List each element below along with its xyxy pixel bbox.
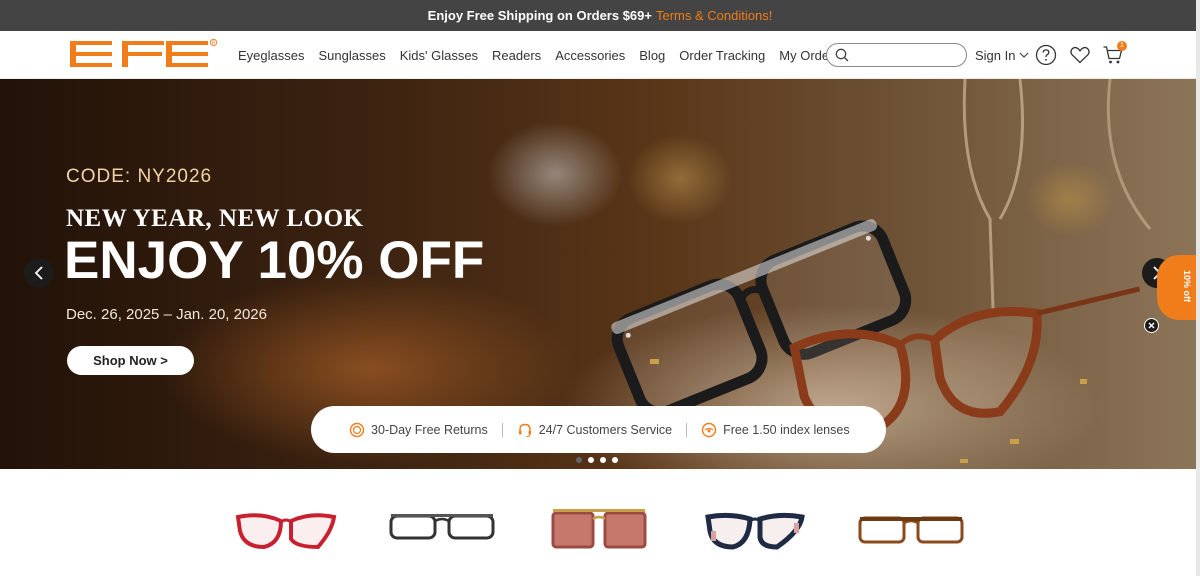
chevron-left-icon [34,266,43,280]
benefits-bar: 30-Day Free Returns 24/7 Customers Servi… [311,406,886,453]
nav-blog[interactable]: Blog [639,48,665,63]
lens-icon [701,422,717,437]
sign-in-menu[interactable]: Sign In [975,31,1029,79]
promo-code: CODE: NY2026 [66,166,213,187]
nav-kids-glasses[interactable]: Kids' Glasses [400,48,478,63]
search-icon [835,48,849,62]
product-strip [0,469,1200,576]
benefit-returns-label: 30-Day Free Returns [371,422,488,437]
side-tab-close-button[interactable] [1144,318,1159,333]
benefit-returns: 30-Day Free Returns [349,422,488,438]
sign-in-label: Sign In [975,47,1016,63]
shipping-message: Enjoy Free Shipping on Orders $69+ [427,8,652,23]
discount-side-tab[interactable]: 10% off [1157,255,1200,320]
nav-eyeglasses[interactable]: Eyeglasses [238,48,304,63]
carousel-dot-4[interactable] [612,457,618,463]
product-tortoise-rectangle-frame[interactable] [857,509,965,549]
nav-accessories[interactable]: Accessories [555,48,625,63]
product-red-cat-eye-frame[interactable] [234,509,338,553]
search-box[interactable] [826,43,967,67]
nav-order-tracking[interactable]: Order Tracking [679,48,765,63]
chevron-down-icon [1020,52,1029,58]
close-icon [1148,322,1155,329]
divider [686,422,688,437]
main-nav: Eyeglasses Sunglasses Kids' Glasses Read… [238,31,840,79]
hero-heading: ENJOY 10% OFF [64,231,485,290]
benefit-lenses: Free 1.50 index lenses [701,422,850,438]
help-icon[interactable] [1035,44,1057,66]
nav-readers[interactable]: Readers [492,48,541,63]
svg-text:R: R [212,40,216,46]
carousel-dot-1[interactable] [576,457,582,463]
return-icon [349,422,365,437]
headset-icon [518,423,531,437]
promo-dates: Dec. 26, 2025 – Jan. 20, 2026 [66,306,267,323]
hero-banner[interactable]: CODE: NY2026 NEW YEAR, NEW LOOK ENJOY 10… [0,79,1200,469]
search-input[interactable] [853,46,961,64]
efe-logo[interactable]: R [70,39,218,71]
product-pink-square-sunglasses[interactable] [550,503,648,553]
carousel-pagination [576,457,618,463]
nav-sunglasses[interactable]: Sunglasses [318,48,385,63]
product-navy-pink-frame[interactable] [705,509,805,553]
page-scrollbar[interactable] [1196,0,1200,576]
divider [501,422,503,437]
benefit-service: 24/7 Customers Service [517,422,672,438]
announcement-bar: Enjoy Free Shipping on Orders $69+ Terms… [0,0,1200,31]
carousel-dot-2[interactable] [588,457,594,463]
product-black-rectangle-frame[interactable] [388,509,498,549]
site-header: R Eyeglasses Sunglasses Kids' Glasses Re… [0,31,1200,79]
carousel-dot-3[interactable] [600,457,606,463]
side-tab-label: 10% off [1182,269,1193,303]
cart-count-badge: 1 [1117,41,1127,51]
benefit-lenses-label: Free 1.50 index lenses [723,422,850,437]
shop-now-button[interactable]: Shop Now > [67,346,194,375]
carousel-prev-button[interactable] [24,258,54,288]
terms-link[interactable]: Terms & Conditions! [656,8,772,23]
benefit-service-label: 24/7 Customers Service [538,422,673,437]
hero-subheading: NEW YEAR, NEW LOOK [66,205,364,232]
heart-icon[interactable] [1069,44,1091,66]
